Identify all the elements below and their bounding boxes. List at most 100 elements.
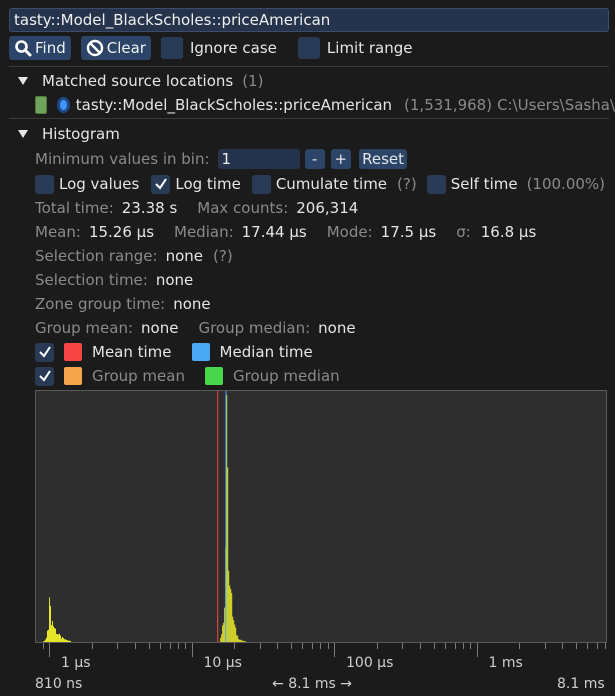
show-mean-median-checkbox[interactable]: [35, 342, 54, 362]
axis-tick: [191, 643, 193, 657]
show-group-checkbox[interactable]: [35, 366, 54, 386]
selection-range-row: Selection range: none (?): [35, 245, 233, 267]
histogram-bar: [48, 629, 49, 642]
matched-item[interactable]: tasty::Model_BlackScholes::priceAmerican…: [35, 94, 615, 116]
log-values-checkbox[interactable]: [35, 174, 54, 194]
median-value: 17.44 μs: [241, 223, 307, 241]
min-values-label: Minimum values in bin:: [35, 150, 210, 168]
histogram-header[interactable]: Histogram: [0, 123, 120, 145]
axis-tick: [234, 643, 236, 649]
stats-row: Mean: 15.26 μs Median: 17.44 μs Mode: 17…: [35, 221, 536, 243]
histogram-bar: [244, 641, 246, 642]
axis-tick: [259, 643, 261, 649]
histogram-bar: [55, 628, 56, 642]
totals-row: Total time: 23.38 s Max counts: 206,314: [35, 197, 358, 219]
selection-time-row: Selection time: none: [35, 269, 193, 291]
axis-tick: [312, 643, 313, 649]
histogram-bar: [237, 635, 239, 642]
histogram-bar: [54, 628, 55, 642]
ignore-case-checkbox[interactable]: [160, 37, 183, 59]
group-stats-row: Group mean: none Group median: none: [35, 317, 356, 339]
axis-tick: [419, 643, 421, 649]
separator: [9, 66, 609, 67]
histogram-bar: [230, 589, 232, 642]
group-mean-value: none: [141, 319, 179, 337]
histogram-plot[interactable]: [35, 390, 607, 643]
axis-tick: [597, 643, 598, 649]
min-values-input[interactable]: 1: [217, 149, 300, 169]
histogram-bar: [236, 635, 238, 642]
median-label: Median:: [174, 223, 234, 241]
histogram-bar: [68, 640, 69, 642]
axis-tick: [148, 643, 150, 649]
search-input[interactable]: tasty::Model_BlackScholes::priceAmerican: [9, 8, 609, 32]
histogram-bar: [47, 630, 48, 642]
histogram-bar: [243, 640, 245, 642]
total-time-label: Total time:: [35, 199, 114, 217]
histogram-bar: [222, 625, 224, 642]
group-median-color-swatch: [204, 367, 223, 385]
find-button[interactable]: Find: [9, 36, 71, 60]
selection-range-help[interactable]: (?): [213, 247, 233, 265]
sigma-value: 16.8 μs: [480, 223, 537, 241]
group-median-legend: Group median: [232, 367, 340, 385]
axis-tick: [454, 643, 456, 649]
matched-count: (1): [242, 72, 264, 90]
axis-tick: [587, 643, 589, 649]
legend-row-2: Group mean Group median: [35, 365, 340, 387]
selection-range-value: none: [165, 247, 203, 265]
histogram-bar: [56, 633, 57, 642]
histogram-bar: [69, 640, 70, 642]
histogram-bar: [227, 467, 229, 642]
histogram-bar: [239, 639, 241, 642]
limit-range-checkbox[interactable]: [297, 37, 320, 59]
group-mean-color-swatch: [64, 367, 82, 385]
axis-tick: [334, 643, 335, 657]
group-median-label: Group median:: [198, 319, 311, 337]
self-time-checkbox[interactable]: [426, 174, 446, 194]
axis-tick: [302, 643, 304, 649]
total-time-value: 23.38 s: [121, 199, 178, 217]
axis-tick: [576, 643, 578, 649]
checkmark-icon: [38, 370, 51, 382]
matched-title: Matched source locations: [42, 72, 234, 90]
histogram-svg: [43, 391, 247, 642]
histogram-bar: [245, 641, 247, 642]
selection-time-label: Selection time:: [35, 271, 148, 289]
self-time-percent: (100.00%): [526, 175, 606, 193]
histogram-bar: [228, 570, 230, 642]
legend-row-1: Mean time Median time: [35, 341, 313, 363]
histogram-bar: [60, 635, 61, 642]
clear-button[interactable]: Clear: [80, 36, 151, 60]
location-radio[interactable]: [57, 97, 70, 113]
histogram-bar: [224, 607, 226, 642]
matched-header[interactable]: Matched source locations (1): [0, 70, 263, 92]
histogram-bar: [65, 639, 66, 642]
limit-range-label: Limit range: [326, 39, 413, 57]
log-time-checkbox[interactable]: [151, 174, 171, 194]
zone-group-value: none: [173, 295, 211, 313]
checkmark-icon: [155, 178, 167, 190]
histogram-bar: [242, 640, 244, 642]
axis-tick: [470, 643, 471, 649]
increment-button[interactable]: +: [330, 149, 352, 169]
axis-tick: [134, 643, 136, 649]
decrement-button[interactable]: -: [304, 149, 325, 169]
histogram-bar: [231, 593, 233, 642]
histogram-bar: [43, 641, 44, 642]
histogram-bar: [232, 616, 234, 642]
axis-tick: [42, 643, 44, 649]
cumulate-time-checkbox[interactable]: [251, 174, 271, 194]
histogram-bar: [44, 640, 45, 642]
median-color-swatch: [191, 343, 210, 361]
location-color-swatch[interactable]: [35, 96, 48, 114]
reset-button[interactable]: Reset: [359, 149, 408, 169]
axis-range: ← 8.1 ms →: [272, 676, 352, 692]
axis-tick: [291, 643, 293, 649]
log-values-label: Log values: [59, 175, 140, 193]
cumulate-help[interactable]: (?): [397, 175, 417, 193]
histogram-title: Histogram: [42, 125, 120, 143]
axis-tick: [519, 643, 521, 649]
histogram-bar: [59, 633, 60, 642]
axis-tick: [159, 643, 161, 649]
